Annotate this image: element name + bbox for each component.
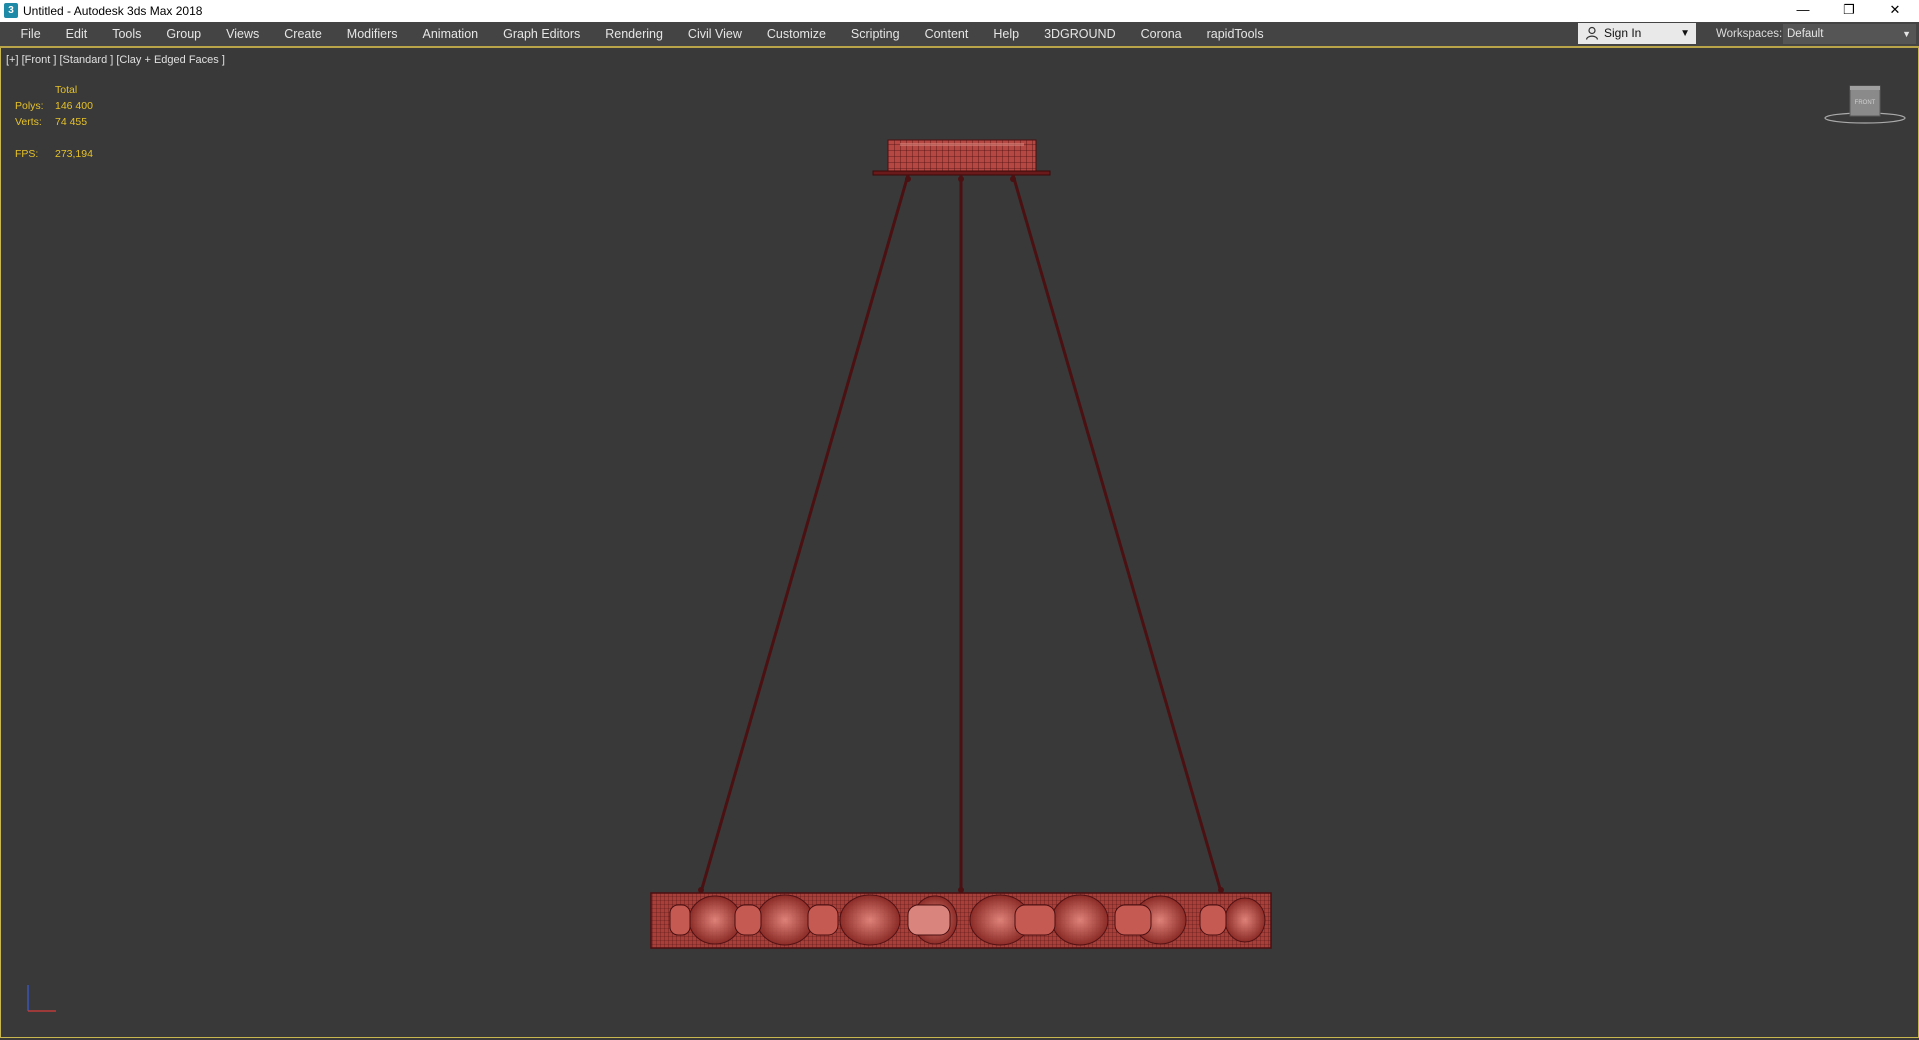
ceiling-canopy[interactable] [872,139,1051,176]
viewport-scene [27,139,1272,1012]
fps-value: 273,194 [55,148,93,160]
suspension-cables[interactable] [699,174,1223,893]
verts-label: Verts: [15,116,42,128]
polys-value: 146 400 [55,100,93,112]
viewcube-front-label: FRONT [1855,100,1876,106]
viewcube[interactable]: FRONT [1820,84,1910,128]
viewport-label[interactable]: [+] [Front ] [Standard ] [Clay + Edged F… [6,54,225,66]
verts-value: 74 455 [55,116,88,128]
polys-label: Polys: [15,100,44,112]
axis-tripod [27,985,56,1012]
stats-header: Total [55,84,78,96]
fps-label: FPS: [15,148,39,160]
lamp-ring[interactable] [650,892,1272,949]
